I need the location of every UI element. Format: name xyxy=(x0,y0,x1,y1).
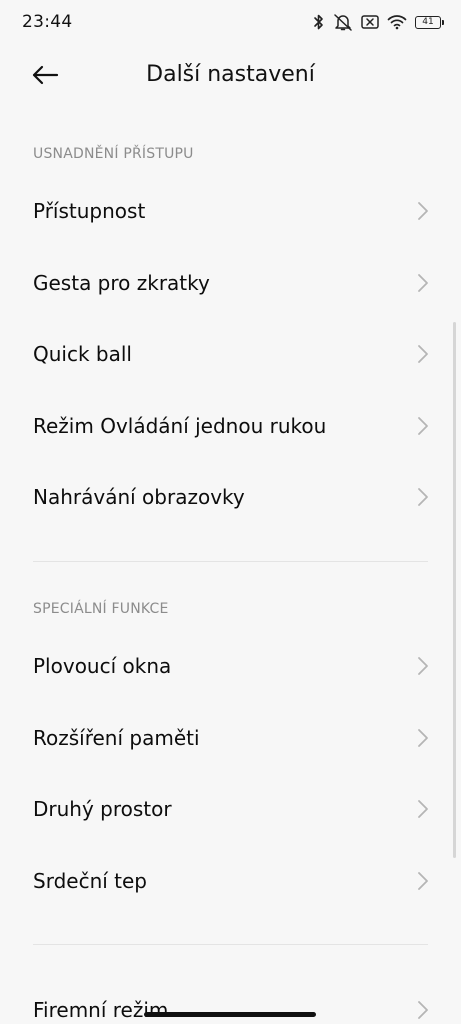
list-item-label: Druhý prostor xyxy=(33,797,172,821)
list-item-one-handed-mode[interactable]: Režim Ovládání jednou rukou xyxy=(0,396,461,456)
battery-icon: 41 xyxy=(415,15,444,29)
list-item-work-mode[interactable]: Firemní režim xyxy=(0,980,461,1024)
list-item-label: Quick ball xyxy=(33,342,132,366)
chevron-right-icon xyxy=(418,1001,428,1019)
list-item-screen-recording[interactable]: Nahrávání obrazovky xyxy=(0,467,461,527)
list-item-floating-windows[interactable]: Plovoucí okna xyxy=(0,636,461,696)
list-item-memory-extension[interactable]: Rozšíření paměti xyxy=(0,708,461,768)
chevron-right-icon xyxy=(418,488,428,506)
section-divider xyxy=(33,561,428,562)
list-item-label: Srdeční tep xyxy=(33,869,147,893)
list-item-quick-ball[interactable]: Quick ball xyxy=(0,324,461,384)
settings-screen: 23:44 41 Další nastavení USNADNĚNÍ PŘÍST… xyxy=(0,0,461,1024)
section-divider xyxy=(33,944,428,945)
battery-level: 41 xyxy=(415,15,444,29)
chevron-right-icon xyxy=(418,657,428,675)
scrollbar[interactable] xyxy=(453,322,456,858)
list-item-second-space[interactable]: Druhý prostor xyxy=(0,779,461,839)
list-item-label: Režim Ovládání jednou rukou xyxy=(33,414,327,438)
home-indicator[interactable] xyxy=(144,1012,316,1017)
list-item-heart-rate[interactable]: Srdeční tep xyxy=(0,851,461,911)
status-icons: 41 xyxy=(305,11,444,33)
section-header-special-features: SPECIÁLNÍ FUNKCE xyxy=(33,601,169,617)
list-item-label: Přístupnost xyxy=(33,199,146,223)
list-item-label: Plovoucí okna xyxy=(33,654,172,678)
status-bar: 23:44 41 xyxy=(0,0,461,44)
chevron-right-icon xyxy=(418,274,428,292)
chevron-right-icon xyxy=(418,345,428,363)
chevron-right-icon xyxy=(418,202,428,220)
list-item-label: Nahrávání obrazovky xyxy=(33,485,245,509)
status-time: 23:44 xyxy=(22,12,73,32)
wifi-icon xyxy=(387,14,407,30)
page-title: Další nastavení xyxy=(146,62,315,87)
header: Další nastavení xyxy=(0,52,461,100)
chevron-right-icon xyxy=(418,800,428,818)
list-item-accessibility[interactable]: Přístupnost xyxy=(0,181,461,241)
list-item-shortcut-gestures[interactable]: Gesta pro zkratky xyxy=(0,253,461,313)
bluetooth-icon xyxy=(313,13,325,31)
chevron-right-icon xyxy=(418,872,428,890)
vibrate-off-icon xyxy=(333,13,353,31)
chevron-right-icon xyxy=(418,729,428,747)
list-item-label: Rozšíření paměti xyxy=(33,726,200,750)
chevron-right-icon xyxy=(418,417,428,435)
section-header-accessibility: USNADNĚNÍ PŘÍSTUPU xyxy=(33,146,194,162)
list-item-label: Gesta pro zkratky xyxy=(33,271,210,295)
no-sim-icon xyxy=(361,14,379,30)
list-item-label: Firemní režim xyxy=(33,998,169,1022)
